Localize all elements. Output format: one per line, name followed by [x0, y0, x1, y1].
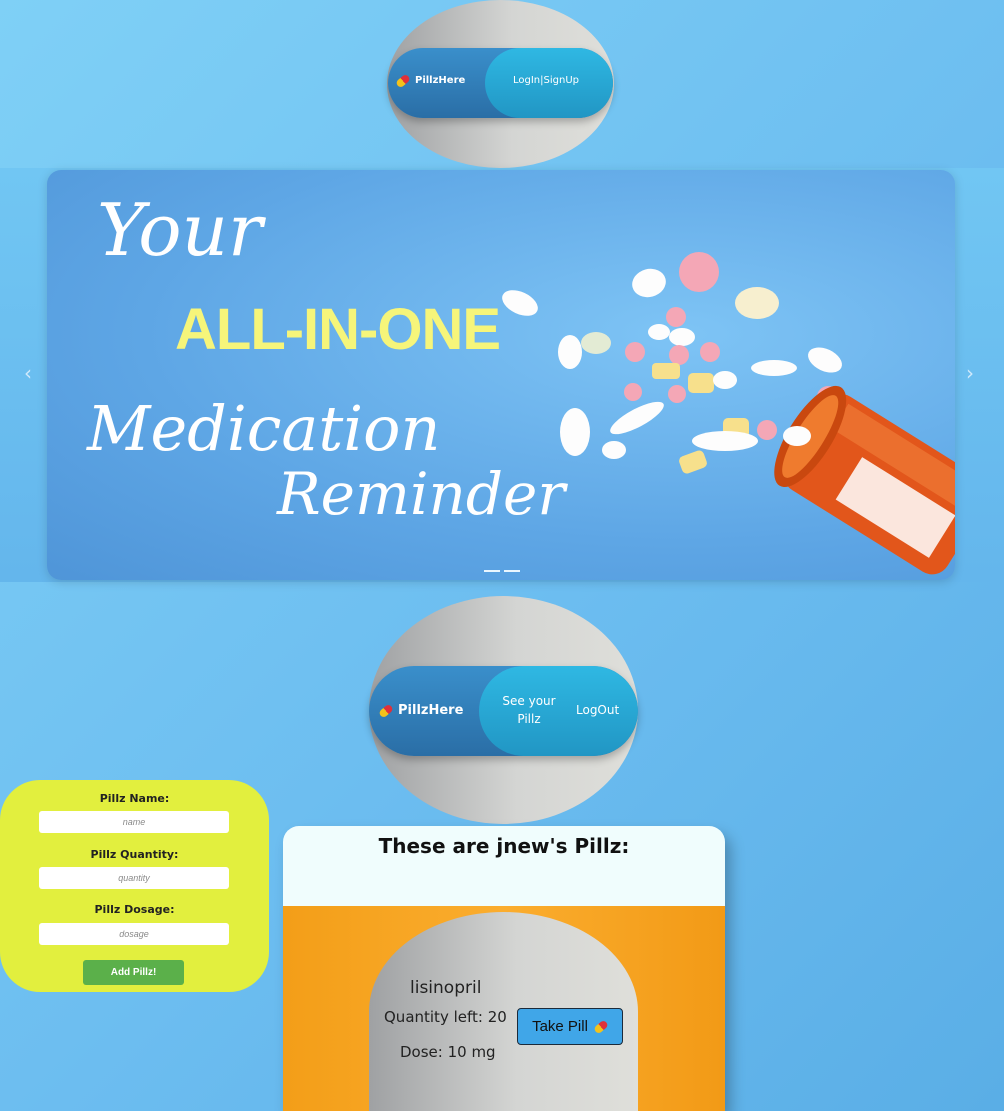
- name-input[interactable]: [39, 811, 229, 833]
- dosage-input[interactable]: [39, 923, 229, 945]
- pills-card-title: These are jnew's Pillz:: [378, 834, 630, 858]
- carousel-prev-icon[interactable]: ‹: [24, 361, 32, 385]
- brand-logo-2[interactable]: PillzHere: [378, 702, 464, 719]
- see-your-pillz-line2: Pillz: [517, 712, 541, 726]
- take-pill-label: Take Pill: [532, 1018, 588, 1035]
- quantity-input[interactable]: [39, 867, 229, 889]
- logout-link[interactable]: LogOut: [576, 703, 619, 717]
- name-label: Pillz Name:: [99, 792, 170, 805]
- pill-bottle: [774, 385, 955, 575]
- brand-logo[interactable]: PillzHere: [395, 72, 466, 89]
- brand-name-2: PillzHere: [398, 703, 464, 718]
- main-navbar: PillzHere See your Pillz LogOut: [369, 666, 638, 756]
- login-signup-link[interactable]: LogIn|SignUp: [513, 75, 579, 86]
- dosage-label: Pillz Dosage:: [94, 903, 175, 916]
- quantity-label: Pillz Quantity:: [90, 848, 179, 861]
- pills-illustration: [502, 252, 955, 575]
- pill-dose: Dose: 10 mg: [400, 1043, 496, 1061]
- pill-icon: [378, 702, 394, 719]
- hero-carousel: ‹ › Your ALL-IN-ONE Medication Reminder: [0, 168, 1004, 582]
- see-your-pillz-line1: See your: [502, 694, 556, 708]
- see-your-pillz-link[interactable]: See your Pillz: [489, 692, 569, 728]
- carousel-indicator-1[interactable]: [484, 570, 500, 572]
- pill-icon: [395, 72, 411, 89]
- carousel-next-icon[interactable]: ›: [966, 361, 974, 385]
- top-navbar: PillzHere LogIn|SignUp: [388, 48, 613, 118]
- pill-quantity: Quantity left: 20: [384, 1008, 507, 1026]
- brand-name: PillzHere: [415, 75, 466, 86]
- carousel-slide: Your ALL-IN-ONE Medication Reminder: [47, 170, 955, 580]
- pills-card-header: These are jnew's Pillz:: [283, 826, 725, 906]
- take-pill-button[interactable]: Take Pill: [517, 1008, 623, 1045]
- add-pillz-button[interactable]: Add Pillz!: [83, 960, 184, 985]
- pill-name: lisinopril: [410, 978, 482, 998]
- carousel-indicator-2[interactable]: [504, 570, 520, 572]
- pill-icon: [592, 1018, 609, 1035]
